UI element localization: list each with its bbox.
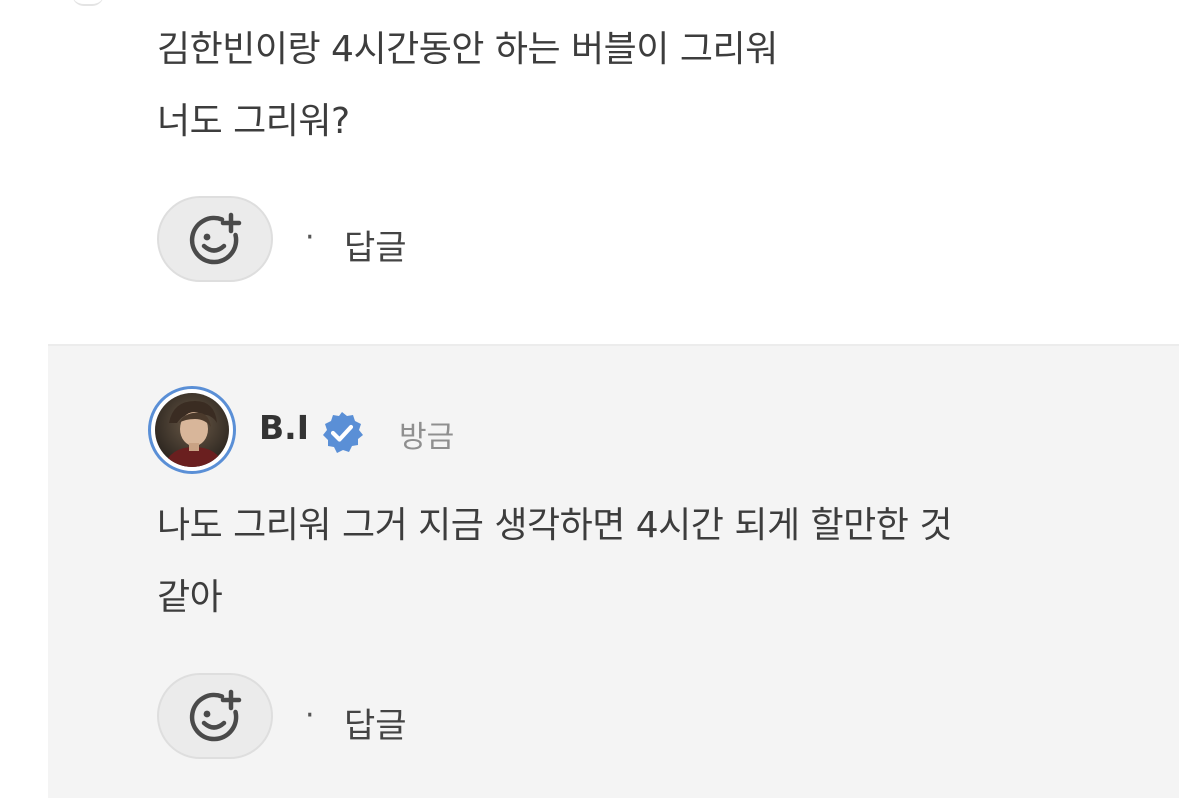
avatar-photo-icon [155,393,229,467]
top-comment-text: 김한빈이랑 4시간동안 하는 버블이 그리워 너도 그리워? [157,14,778,158]
add-reaction-button[interactable] [157,196,273,282]
separator-dot: · [305,220,315,255]
add-reaction-icon [189,689,242,742]
top-comment: 김한빈이랑 4시간동안 하는 버블이 그리워 너도 그리워? · 답글 [0,0,1179,346]
reply-comment-text: 나도 그리워 그거 지금 생각하면 4시간 되게 할만한 것 같아 [157,490,952,634]
timestamp: 방금 [399,420,455,455]
reply-button[interactable]: 답글 [344,698,407,747]
avatar[interactable] [148,386,236,474]
add-reaction-button[interactable] [157,673,273,759]
reply-button[interactable]: 답글 [344,220,407,269]
separator-dot: · [305,698,315,733]
top-comment-line: 김한빈이랑 4시간동안 하는 버블이 그리워 [157,29,778,70]
avatar-image [155,393,229,467]
reply-comment-line: 같아 [157,577,223,618]
username[interactable]: B.I [259,408,309,447]
add-reaction-icon [189,212,242,265]
reply-comment-line: 나도 그리워 그거 지금 생각하면 4시간 되게 할만한 것 [157,505,952,546]
verified-badge-icon [323,412,363,453]
previous-avatar-edge [72,0,104,6]
top-comment-line: 너도 그리워? [157,101,350,142]
